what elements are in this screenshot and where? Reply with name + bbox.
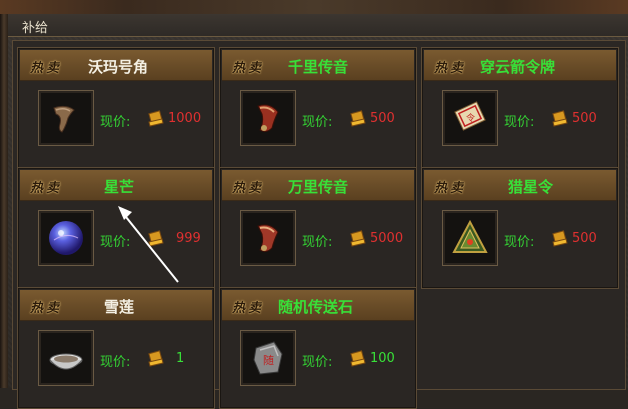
gold-ingot-icon bbox=[146, 348, 166, 372]
top-border bbox=[0, 0, 628, 15]
gold-ingot-icon bbox=[146, 108, 166, 132]
price-label: 现价: bbox=[302, 115, 333, 130]
item-name: 千里传音 bbox=[288, 58, 349, 76]
card-header: 热卖 猎星令 bbox=[424, 170, 616, 201]
shop-item-card[interactable]: 热卖 雪莲 现价: 1 bbox=[17, 287, 215, 409]
item-name: 雪莲 bbox=[104, 298, 135, 316]
gold-ingot-icon bbox=[348, 228, 368, 252]
svg-text:随: 随 bbox=[263, 353, 274, 367]
item-name: 猎星令 bbox=[508, 178, 554, 196]
item-price: 100 bbox=[370, 351, 395, 366]
item-grid: 热卖 沃玛号角 现价: 1000 热卖 千里传音 现价: 500 热卖 穿云箭令… bbox=[12, 40, 626, 409]
shop-window: 补给 热卖 沃玛号角 现价: 1000 热卖 千里传音 现价: 500 热卖 穿… bbox=[0, 0, 628, 409]
card-header: 热卖 千里传音 bbox=[222, 50, 414, 81]
card-header: 热卖 随机传送石 bbox=[222, 290, 414, 321]
item-price: 500 bbox=[572, 111, 597, 126]
shop-item-card[interactable]: 热卖 穿云箭令牌 令 现价: 500 bbox=[421, 47, 619, 169]
hot-sale-tag: 热卖 bbox=[232, 61, 265, 76]
item-name: 万里传音 bbox=[288, 178, 349, 196]
item-name: 随机传送石 bbox=[278, 298, 354, 316]
horn-icon[interactable] bbox=[240, 90, 296, 146]
hot-sale-tag: 热卖 bbox=[30, 301, 63, 316]
triangle-token-icon[interactable] bbox=[442, 210, 498, 266]
gold-ingot-icon bbox=[550, 228, 570, 252]
card-header: 热卖 雪莲 bbox=[20, 290, 212, 321]
price-label: 现价: bbox=[100, 355, 131, 370]
card-header: 热卖 穿云箭令牌 bbox=[424, 50, 616, 81]
item-price: 500 bbox=[370, 111, 395, 126]
item-price: 5000 bbox=[370, 231, 404, 246]
item-price: 500 bbox=[572, 231, 597, 246]
hot-sale-tag: 热卖 bbox=[434, 61, 467, 76]
lotus-bowl-icon[interactable] bbox=[38, 330, 94, 386]
gold-ingot-icon bbox=[348, 348, 368, 372]
card-header: 热卖 沃玛号角 bbox=[20, 50, 212, 81]
svg-text:令: 令 bbox=[466, 112, 475, 124]
hot-sale-tag: 热卖 bbox=[232, 301, 265, 316]
price-label: 现价: bbox=[302, 235, 333, 250]
gold-ingot-icon bbox=[348, 108, 368, 132]
gold-ingot-icon bbox=[550, 108, 570, 132]
shop-item-card[interactable]: 热卖 随机传送石 随 现价: 100 bbox=[219, 287, 417, 409]
left-border bbox=[0, 14, 8, 388]
item-price: 1 bbox=[176, 351, 185, 366]
item-price: 1000 bbox=[168, 111, 202, 126]
price-label: 现价: bbox=[504, 235, 535, 250]
price-label: 现价: bbox=[302, 355, 333, 370]
card-header: 热卖 万里传音 bbox=[222, 170, 414, 201]
star-orb-icon[interactable] bbox=[38, 210, 94, 266]
shop-item-card[interactable]: 热卖 万里传音 现价: 5000 bbox=[219, 167, 417, 289]
teleport-stone-icon[interactable]: 随 bbox=[240, 330, 296, 386]
item-name: 穿云箭令牌 bbox=[480, 58, 556, 76]
shop-item-card[interactable]: 热卖 千里传音 现价: 500 bbox=[219, 47, 417, 169]
shop-item-card[interactable]: 热卖 星芒 现价: 999 bbox=[17, 167, 215, 289]
shop-item-card[interactable]: 热卖 沃玛号角 现价: 1000 bbox=[17, 47, 215, 169]
price-label: 现价: bbox=[100, 235, 131, 250]
token-card-icon[interactable]: 令 bbox=[442, 90, 498, 146]
hot-sale-tag: 热卖 bbox=[30, 61, 63, 76]
price-label: 现价: bbox=[100, 115, 131, 130]
hot-sale-tag: 热卖 bbox=[434, 181, 467, 196]
hot-sale-tag: 热卖 bbox=[30, 181, 63, 196]
window-title: 补给 bbox=[22, 21, 49, 36]
horn-icon[interactable] bbox=[240, 210, 296, 266]
gold-ingot-icon bbox=[146, 228, 166, 252]
item-price: 999 bbox=[176, 231, 201, 246]
item-name: 沃玛号角 bbox=[88, 58, 149, 76]
card-header: 热卖 星芒 bbox=[20, 170, 212, 201]
price-label: 现价: bbox=[504, 115, 535, 130]
shop-item-card[interactable]: 热卖 猎星令 现价: 500 bbox=[421, 167, 619, 289]
hot-sale-tag: 热卖 bbox=[232, 181, 265, 196]
title-bar: 补给 bbox=[8, 14, 628, 37]
horn-icon[interactable] bbox=[38, 90, 94, 146]
item-name: 星芒 bbox=[104, 178, 135, 196]
